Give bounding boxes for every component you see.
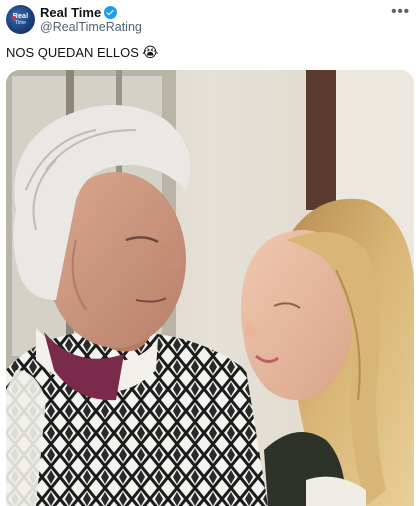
verified-badge-icon [104,6,118,19]
author-name[interactable]: Real Time [40,5,101,20]
crying-emoji-icon: 😭 [141,44,159,60]
tweet-header: Real Time Real Time @RealTimeRating ••• [0,0,420,40]
avatar-text-bottom: Time [15,20,26,26]
tweet-text: NOS QUEDAN ELLOS 😭 [6,44,158,61]
tweet-text-content: NOS QUEDAN ELLOS [6,45,139,60]
more-options-icon[interactable]: ••• [391,4,410,19]
avatar[interactable]: Real Time [6,5,35,34]
avatar-dot [12,16,16,20]
tweet-photo[interactable] [6,70,414,506]
author-handle[interactable]: @RealTimeRating [40,20,142,34]
author-row: Real Time [40,5,118,20]
photo-illustration [6,70,414,506]
